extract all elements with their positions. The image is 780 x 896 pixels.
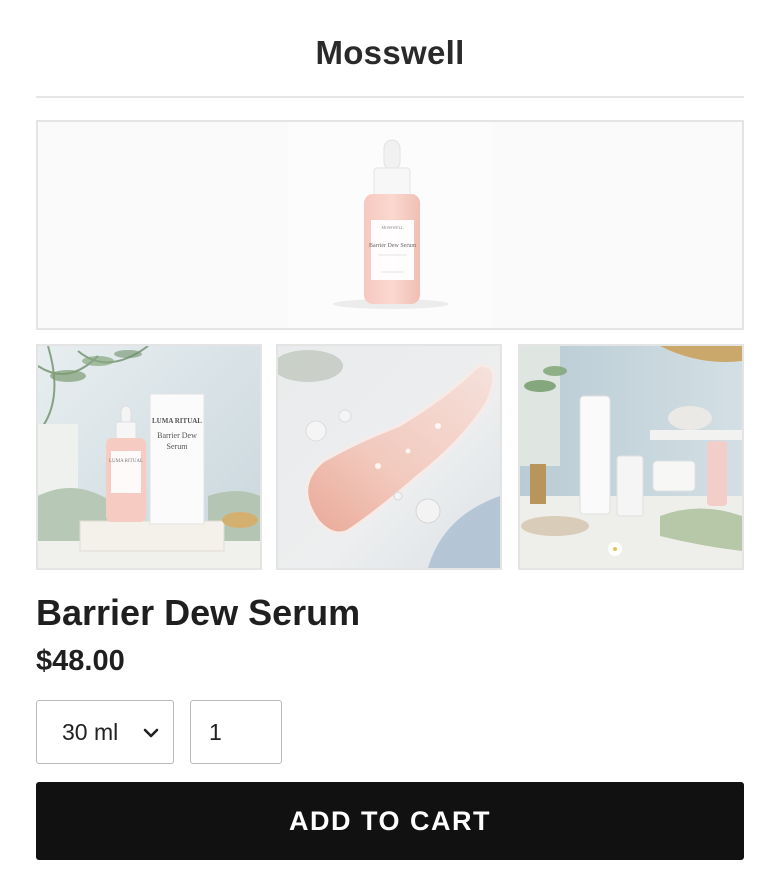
thumbnail-serum-texture[interactable]: [276, 344, 502, 570]
site-header: Mosswell: [36, 0, 744, 98]
svg-text:Barrier Dew Serum: Barrier Dew Serum: [369, 243, 416, 249]
product-title: Barrier Dew Serum: [36, 592, 361, 633]
size-select[interactable]: 30 ml: [36, 700, 174, 764]
brand-logo[interactable]: Mosswell: [315, 34, 464, 72]
svg-text:Barrier Dew: Barrier Dew: [157, 431, 197, 440]
svg-text:Serum: Serum: [167, 442, 189, 451]
svg-text:LUMA RITUAL: LUMA RITUAL: [109, 459, 143, 464]
quantity-input[interactable]: 1: [190, 700, 282, 764]
add-to-cart-button[interactable]: ADD TO CART: [36, 782, 744, 860]
product-hero-image[interactable]: MOSSWELL Barrier Dew Serum: [36, 120, 744, 330]
size-select-value: 30 ml: [62, 718, 119, 745]
product-price: $48.00: [36, 645, 125, 677]
chevron-down-icon: [143, 728, 159, 738]
thumbnail-bottle-with-box[interactable]: LUMA RITUAL Barrier Dew Serum LUMA RITUA…: [36, 344, 262, 570]
hero-image-backdrop: MOSSWELL Barrier Dew Serum: [288, 122, 492, 328]
svg-text:LUMA RITUAL: LUMA RITUAL: [152, 417, 202, 425]
thumbnail-bathroom-shelf[interactable]: [518, 344, 744, 570]
svg-text:MOSSWELL: MOSSWELL: [382, 225, 405, 230]
serum-bottle-illustration: MOSSWELL Barrier Dew Serum: [333, 139, 449, 309]
